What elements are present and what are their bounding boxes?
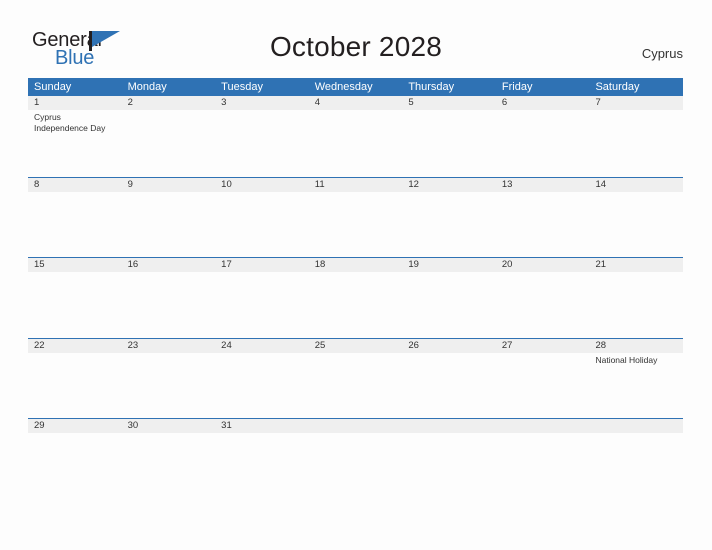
calendar-day-cell[interactable]: 26 [402,338,496,419]
calendar-day-cell[interactable]: 1 Cyprus Independence Day [28,96,122,177]
weekday-header-row: Sunday Monday Tuesday Wednesday Thursday Frid… [28,78,683,96]
calendar-day-cell[interactable]: 14 [589,177,684,258]
calendar-day-cell[interactable]: 18 [308,258,403,338]
calendar-page: General Blue October 2028 Cyprus Sunday M… [0,0,712,550]
weekday-header-tuesday: Tuesday [221,81,263,93]
day-number: 1 [28,96,122,110]
calendar-day-cell-empty [495,419,590,499]
day-number: 19 [402,258,496,272]
calendar-day-cell[interactable]: 11 [308,177,403,258]
day-number: 21 [589,258,684,272]
page-header: General Blue October 2028 Cyprus [0,0,712,78]
calendar-day-cell[interactable]: 30 [121,419,216,499]
event-label: Independence Day [34,122,106,133]
day-number: 3 [215,96,309,110]
calendar-week-row: 29 30 31 [28,418,684,499]
day-number: 10 [215,177,309,192]
day-number [402,419,496,433]
calendar-day-cell-empty [308,419,403,499]
calendar-day-cell[interactable]: 28 National Holiday [589,338,684,419]
day-number: 24 [215,338,309,353]
calendar-day-cell[interactable]: 12 [402,177,496,258]
calendar-day-cell-empty [402,419,496,499]
calendar-grid: Sunday Monday Tuesday Wednesday Thursday Frid… [28,78,684,499]
day-number: 13 [495,177,590,192]
calendar-day-cell[interactable]: 13 [495,177,590,258]
day-number: 9 [121,177,216,192]
day-number: 18 [308,258,403,272]
calendar-week-row: 15 16 17 18 19 20 21 [28,257,684,338]
calendar-day-cell[interactable]: 19 [402,258,496,338]
calendar-day-cell[interactable]: 16 [121,258,216,338]
day-events: Cyprus Independence Day [28,110,122,133]
day-number: 7 [589,96,684,110]
day-number: 11 [308,177,403,192]
day-number: 14 [589,177,684,192]
day-number: 20 [495,258,590,272]
weekday-header-wednesday: Wednesday [314,81,373,93]
calendar-day-cell[interactable]: 29 [28,419,122,499]
calendar-day-cell[interactable]: 20 [495,258,590,338]
day-number: 25 [308,338,403,353]
day-number: 15 [28,258,122,272]
day-number: 29 [28,419,122,433]
day-number [308,419,403,433]
calendar-day-cell[interactable]: 6 [495,96,590,177]
calendar-day-cell-empty [589,419,684,499]
day-number: 4 [308,96,403,110]
day-number: 26 [402,338,496,353]
calendar-day-cell[interactable]: 17 [215,258,309,338]
calendar-day-cell[interactable]: 7 [589,96,684,177]
calendar-day-cell[interactable]: 22 [28,338,122,419]
day-number [495,419,590,433]
day-number: 12 [402,177,496,192]
day-number: 17 [215,258,309,272]
day-number: 16 [121,258,216,272]
day-number: 30 [121,419,216,433]
event-label: Cyprus [34,112,61,122]
calendar-day-cell[interactable]: 9 [121,177,216,258]
calendar-day-cell[interactable]: 15 [28,258,122,338]
calendar-day-cell[interactable]: 24 [215,338,309,419]
weekday-header-thursday: Thursday [408,81,455,93]
day-number: 5 [402,96,496,110]
weekday-header-friday: Friday [501,81,533,93]
day-number: 28 [589,338,684,353]
calendar-week-row: 1 Cyprus Independence Day 2 3 4 5 6 7 [28,96,684,177]
day-events: National Holiday [589,353,683,366]
calendar-day-cell[interactable]: 21 [589,258,684,338]
day-number: 22 [28,338,122,353]
calendar-week-row: 22 23 24 25 26 27 28 National Holiday [28,337,684,419]
page-title: October 2028 [269,31,443,62]
weekday-header-monday: Monday [127,81,167,93]
calendar-day-cell[interactable]: 8 [28,177,122,258]
calendar-week-row: 8 9 10 11 12 13 14 [28,176,684,258]
calendar-day-cell[interactable]: 4 [308,96,403,177]
day-number: 6 [495,96,590,110]
country-label: Cyprus [641,46,683,61]
calendar-day-cell[interactable]: 27 [495,338,590,419]
day-number: 2 [121,96,216,110]
calendar-day-cell[interactable]: 23 [121,338,216,419]
event-label: National Holiday [595,354,658,365]
day-number: 27 [495,338,590,353]
calendar-day-cell[interactable]: 10 [215,177,309,258]
day-number: 23 [121,338,216,353]
calendar-day-cell[interactable]: 25 [308,338,403,419]
calendar-day-cell[interactable]: 3 [215,96,309,177]
weekday-header-saturday: Saturday [595,81,640,93]
day-number: 8 [28,177,122,192]
calendar-weeks: 1 Cyprus Independence Day 2 3 4 5 6 7 8 9 10 11 12 13 1… [28,96,684,499]
calendar-day-cell[interactable]: 5 [402,96,496,177]
calendar-day-cell[interactable]: 2 [121,96,216,177]
calendar-day-cell[interactable]: 31 [215,419,309,499]
day-number: 31 [215,419,309,433]
weekday-header-sunday: Sunday [34,81,72,93]
day-number [589,419,684,433]
